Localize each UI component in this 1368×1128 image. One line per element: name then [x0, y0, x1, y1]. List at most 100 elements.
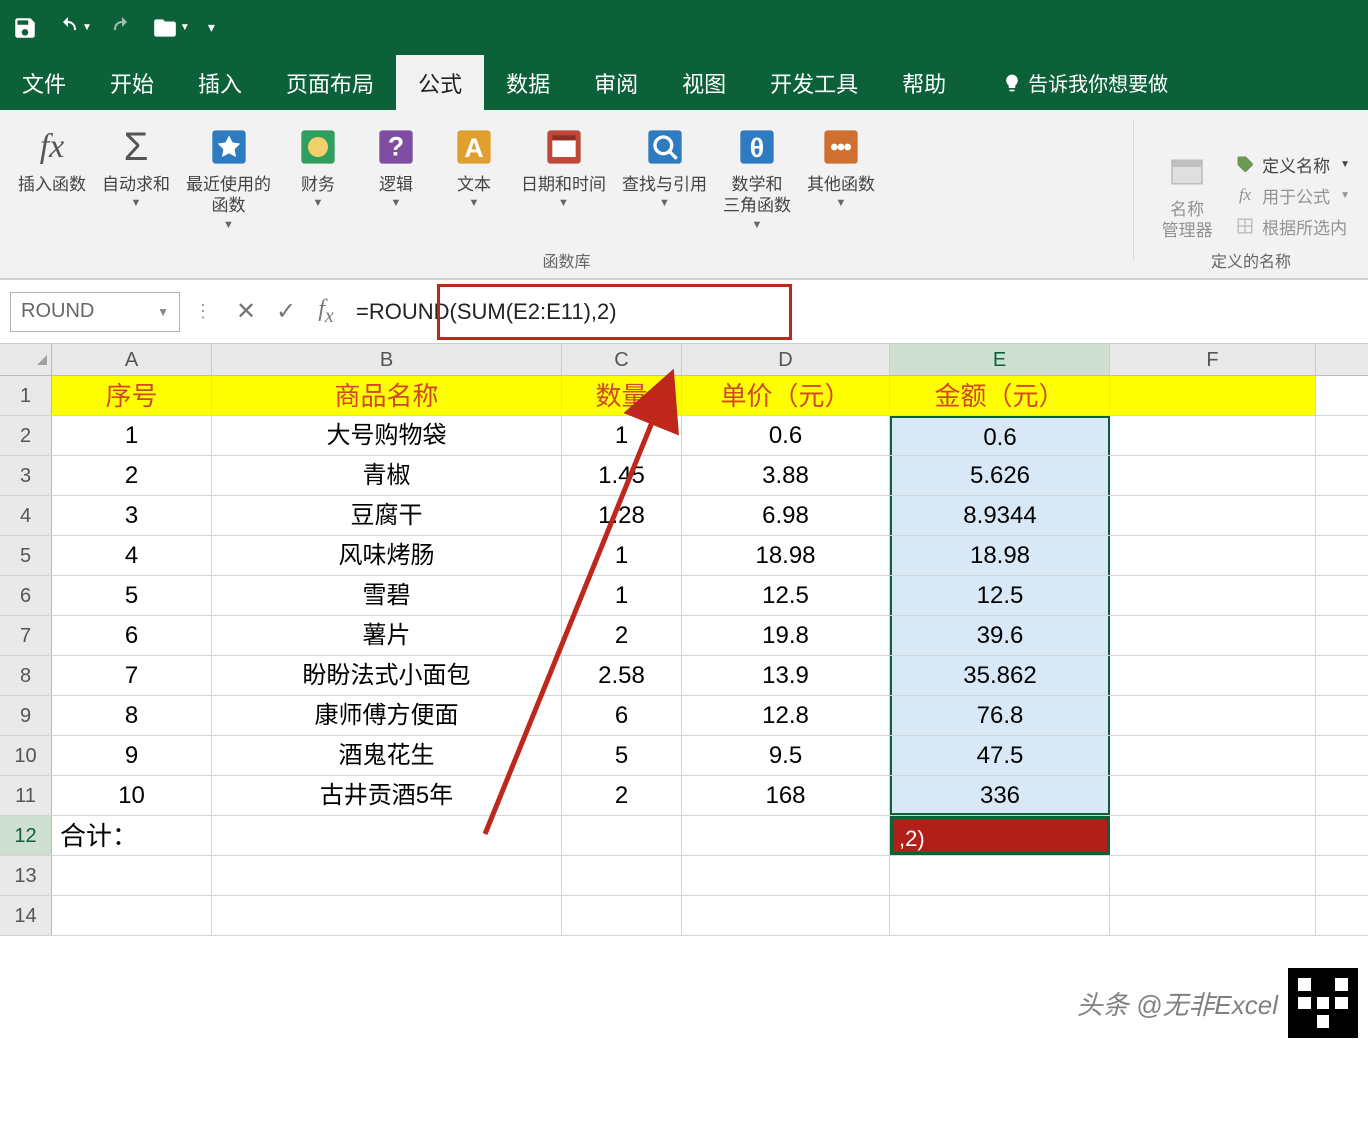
cell[interactable]: 康师傅方便面: [212, 696, 562, 735]
row-header[interactable]: 9: [0, 696, 52, 735]
cell[interactable]: 7: [52, 656, 212, 695]
fx-icon[interactable]: fx: [306, 296, 346, 328]
autosum-button[interactable]: Σ 自动求和 ▼: [94, 120, 178, 235]
qat-customize-icon[interactable]: ▾: [208, 19, 215, 36]
redo-icon[interactable]: [110, 16, 134, 40]
cell[interactable]: 古井贡酒5年: [212, 776, 562, 815]
cell[interactable]: [1110, 776, 1316, 815]
tab-view[interactable]: 视图: [660, 55, 748, 110]
cell[interactable]: 6.98: [682, 496, 890, 535]
row-header[interactable]: 6: [0, 576, 52, 615]
spreadsheet-grid[interactable]: A B C D E F 1 序号 商品名称 数量 单价（元） 金额（元） 21大…: [0, 344, 1368, 936]
row-header[interactable]: 10: [0, 736, 52, 775]
col-header-A[interactable]: A: [52, 344, 212, 375]
cell[interactable]: 青椒: [212, 456, 562, 495]
chevron-down-icon[interactable]: ▼: [157, 305, 169, 319]
cell[interactable]: 酒鬼花生: [212, 736, 562, 775]
cell[interactable]: [682, 816, 890, 855]
cell[interactable]: 豆腐干: [212, 496, 562, 535]
row-header[interactable]: 8: [0, 656, 52, 695]
cell[interactable]: 19.8: [682, 616, 890, 655]
undo-icon[interactable]: ▼: [56, 16, 92, 40]
cell[interactable]: 薯片: [212, 616, 562, 655]
tab-help[interactable]: 帮助: [880, 55, 968, 110]
cell[interactable]: 8: [52, 696, 212, 735]
recent-functions-button[interactable]: 最近使用的 函数 ▼: [178, 120, 279, 235]
cell[interactable]: 0.6: [682, 416, 890, 455]
cell[interactable]: 18.98: [682, 536, 890, 575]
save-icon[interactable]: [12, 15, 38, 41]
row-header[interactable]: 5: [0, 536, 52, 575]
cell[interactable]: [682, 896, 890, 935]
editing-cell[interactable]: ,2): [890, 816, 1110, 855]
math-button[interactable]: θ 数学和 三角函数 ▼: [715, 120, 799, 235]
row-header[interactable]: 1: [0, 376, 52, 415]
lookup-button[interactable]: 查找与引用 ▼: [614, 120, 715, 235]
cell[interactable]: 4: [52, 536, 212, 575]
cell-selected[interactable]: 76.8: [890, 696, 1110, 735]
cell[interactable]: 1: [562, 576, 682, 615]
tab-formulas[interactable]: 公式: [396, 55, 484, 110]
name-box[interactable]: ROUND ▼: [10, 292, 180, 332]
tell-me-search[interactable]: 告诉我你想要做: [988, 55, 1182, 110]
header-cell[interactable]: 序号: [52, 376, 212, 415]
col-header-D[interactable]: D: [682, 344, 890, 375]
cell-selected[interactable]: 35.862: [890, 656, 1110, 695]
cell[interactable]: 3: [52, 496, 212, 535]
row-header[interactable]: 13: [0, 856, 52, 895]
col-header-B[interactable]: B: [212, 344, 562, 375]
cell[interactable]: 2: [562, 616, 682, 655]
expand-handle-icon[interactable]: ⋮: [180, 301, 226, 322]
cell[interactable]: 10: [52, 776, 212, 815]
cell-selected[interactable]: 8.9344: [890, 496, 1110, 535]
cell[interactable]: 风味烤肠: [212, 536, 562, 575]
cell[interactable]: 2: [52, 456, 212, 495]
cell[interactable]: 6: [52, 616, 212, 655]
cell[interactable]: [1110, 896, 1316, 935]
row-header[interactable]: 7: [0, 616, 52, 655]
cell[interactable]: [562, 896, 682, 935]
formula-input[interactable]: [346, 292, 1368, 332]
tab-data[interactable]: 数据: [484, 55, 572, 110]
header-cell[interactable]: 金额（元）: [890, 376, 1110, 415]
cell[interactable]: 1: [562, 416, 682, 455]
row-header[interactable]: 3: [0, 456, 52, 495]
cell[interactable]: 1.28: [562, 496, 682, 535]
cell[interactable]: [1110, 656, 1316, 695]
cell[interactable]: 2.58: [562, 656, 682, 695]
cell[interactable]: [562, 816, 682, 855]
insert-function-button[interactable]: fx 插入函数: [10, 120, 94, 235]
cell[interactable]: 9: [52, 736, 212, 775]
cell[interactable]: 12.8: [682, 696, 890, 735]
cell[interactable]: [212, 856, 562, 895]
cell[interactable]: [52, 896, 212, 935]
folder-icon[interactable]: ▼: [152, 15, 190, 41]
cell[interactable]: [1110, 856, 1316, 895]
cell[interactable]: 2: [562, 776, 682, 815]
cell-selected[interactable]: 5.626: [890, 456, 1110, 495]
cell[interactable]: [1110, 536, 1316, 575]
cell[interactable]: 168: [682, 776, 890, 815]
financial-button[interactable]: 财务 ▼: [279, 120, 357, 235]
enter-formula-button[interactable]: ✓: [266, 297, 306, 326]
col-header-E[interactable]: E: [890, 344, 1110, 375]
define-name-button[interactable]: 定义名称▼: [1230, 150, 1354, 179]
cell[interactable]: [890, 856, 1110, 895]
tab-home[interactable]: 开始: [88, 55, 176, 110]
other-functions-button[interactable]: 其他函数 ▼: [799, 120, 883, 235]
cell[interactable]: [52, 856, 212, 895]
row-header[interactable]: 11: [0, 776, 52, 815]
cell-selected[interactable]: 47.5: [890, 736, 1110, 775]
cell[interactable]: [682, 856, 890, 895]
col-header-F[interactable]: F: [1110, 344, 1316, 375]
cell[interactable]: 5: [562, 736, 682, 775]
cell[interactable]: 盼盼法式小面包: [212, 656, 562, 695]
header-cell[interactable]: 数量: [562, 376, 682, 415]
cell[interactable]: [890, 896, 1110, 935]
cell[interactable]: [212, 816, 562, 855]
cell[interactable]: 大号购物袋: [212, 416, 562, 455]
cell[interactable]: 13.9: [682, 656, 890, 695]
cell[interactable]: [1110, 576, 1316, 615]
header-cell[interactable]: 商品名称: [212, 376, 562, 415]
total-label-cell[interactable]: 合计：: [52, 816, 212, 855]
